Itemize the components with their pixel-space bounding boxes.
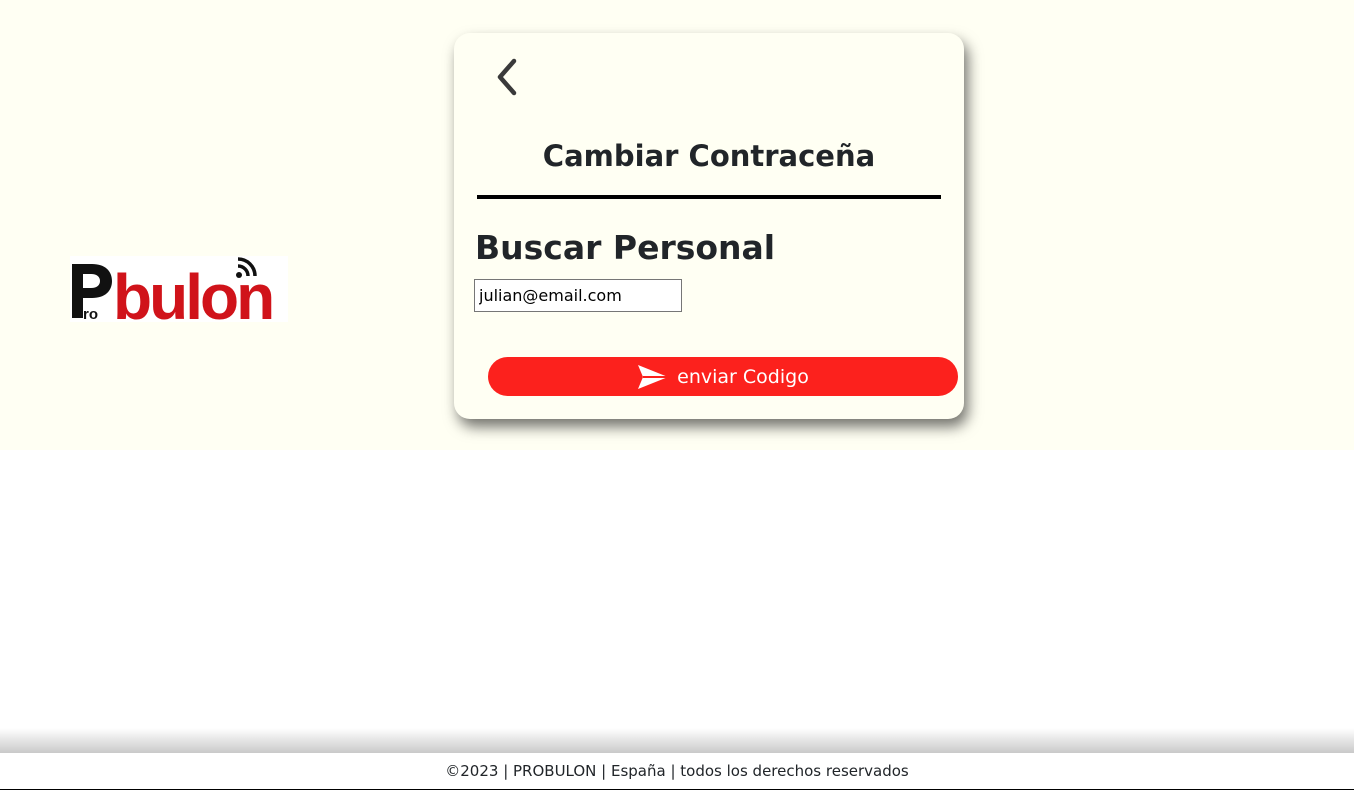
svg-text:bulon: bulon [113,261,272,322]
chevron-left-icon [497,58,517,96]
email-input[interactable] [474,279,682,312]
card-title: Cambiar Contraceña [542,139,876,173]
footer-shadow [0,728,1354,754]
footer-copyright: ©2023 | PROBULON | España | todos los de… [445,762,909,780]
paper-plane-icon [637,363,669,391]
back-button[interactable] [490,55,526,99]
probulon-logo: ro bulon [70,256,288,333]
footer: ©2023 | PROBULON | España | todos los de… [0,753,1354,790]
send-code-button-label: enviar Codigo [677,365,809,388]
section-heading: Buscar Personal [475,228,776,267]
change-password-card: Cambiar Contraceña Buscar Personal envia… [454,33,964,419]
title-divider [477,195,941,199]
probulon-logo-graphic: ro bulon [70,256,288,333]
send-code-button[interactable]: enviar Codigo [488,357,958,396]
svg-text:ro: ro [83,306,98,322]
